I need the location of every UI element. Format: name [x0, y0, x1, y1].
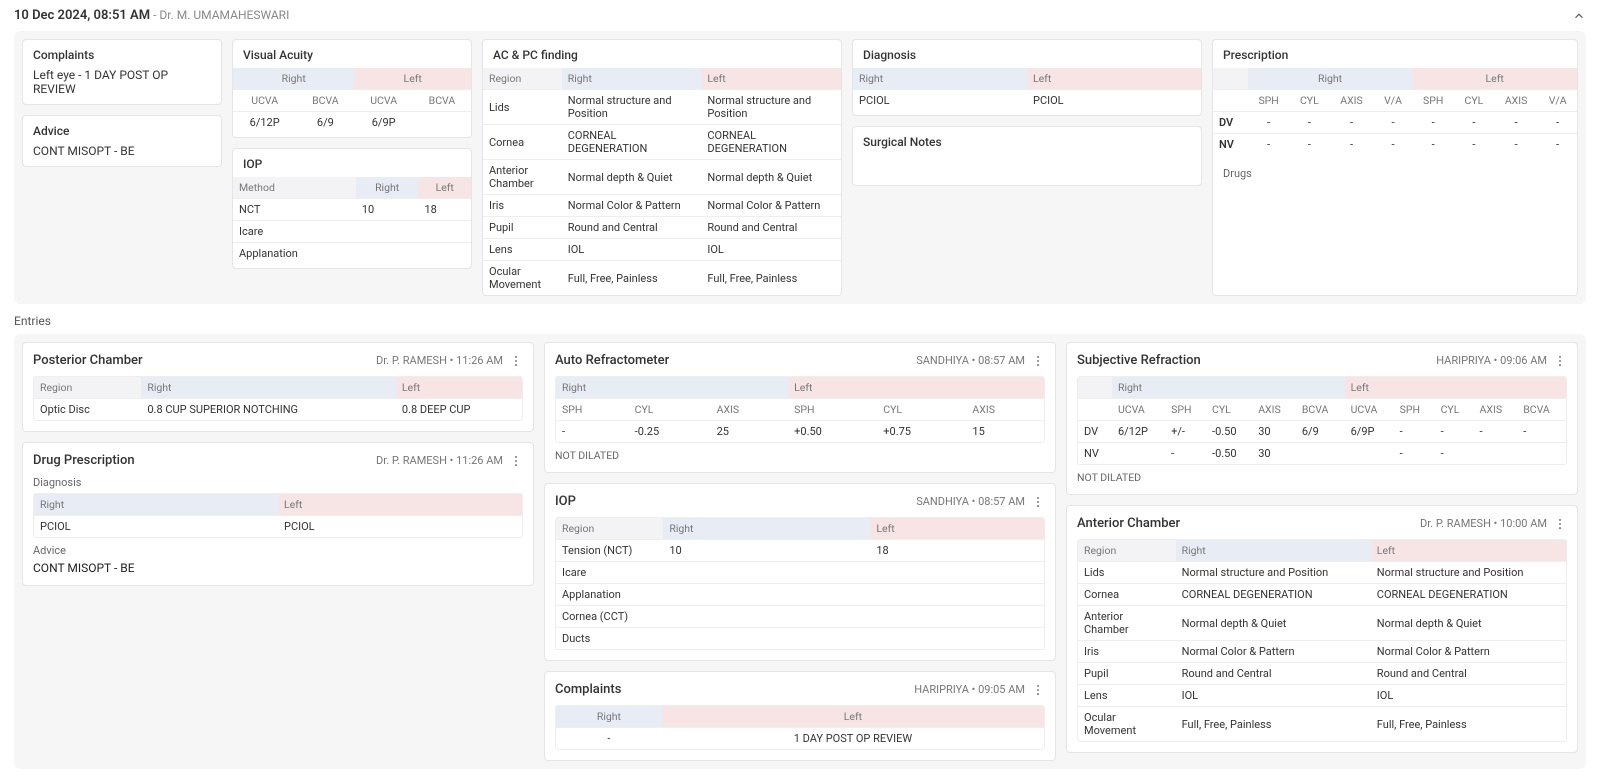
table-row: --0.2525+0.50+0.7515: [556, 421, 1044, 443]
table-row: Optic Disc0.8 CUP SUPERIOR NOTCHING0.8 D…: [34, 399, 522, 421]
iop2-rows: Tension (NCT)1018IcareApplanationCornea …: [556, 540, 1044, 650]
drug-prescription-entry: Drug Prescription Dr. P. RAMESH • 11:26 …: [22, 442, 534, 586]
table-row: DV--------: [1213, 112, 1577, 134]
table-row: NV--0.5030--: [1078, 443, 1566, 465]
entry-meta: HARIPRIYA • 09:05 AM: [914, 683, 1025, 696]
iop-card: IOP MethodRightLeft NCT1018IcareApplanat…: [232, 148, 472, 269]
table-row: Ocular MovementFull, Free, PainlessFull,…: [483, 261, 841, 296]
card-title: Diagnosis: [853, 48, 1201, 62]
table-row: CorneaCORNEAL DEGENERATIONCORNEAL DEGENE…: [1078, 584, 1566, 606]
more-icon[interactable]: [1031, 683, 1045, 697]
ac2-rows: LidsNormal structure and PositionNormal …: [1078, 562, 1566, 742]
page-header: 10 Dec 2024, 08:51 AM - Dr. M. UMAMAHESW…: [14, 8, 1586, 23]
table-row: CorneaCORNEAL DEGENERATIONCORNEAL DEGENE…: [483, 125, 841, 160]
entries-label: Entries: [14, 314, 1586, 328]
card-title: Surgical Notes: [863, 135, 1191, 149]
prescription-card: Prescription RightLeft SPHCYLAXISV/ASPHC…: [1212, 39, 1578, 296]
iop-entry: IOP SANDHIYA • 08:57 AM RegionRightLeft …: [544, 483, 1056, 661]
table-row: PupilRound and CentralRound and Central: [1078, 663, 1566, 685]
sref-rows: DV6/12P+/--0.50306/96/9P----NV--0.5030--: [1078, 421, 1566, 465]
table-row: Ocular MovementFull, Free, PainlessFull,…: [1078, 707, 1566, 742]
table-row: 6/12P6/96/9P: [233, 112, 471, 134]
entry-title: Drug Prescription: [33, 453, 135, 468]
entry-title: Auto Refractometer: [555, 353, 669, 368]
complaints-text: Left eye - 1 DAY POST OP REVIEW: [33, 68, 211, 96]
advice-card: Advice CONT MISOPT - BE: [22, 115, 222, 167]
entry-meta: SANDHIYA • 08:57 AM: [916, 354, 1025, 367]
table-row: IrisNormal Color & PatternNormal Color &…: [483, 195, 841, 217]
advice-label: Advice: [33, 544, 523, 557]
summary-section: Complaints Left eye - 1 DAY POST OP REVI…: [14, 31, 1586, 304]
prescription-rows: DV--------NV--------: [1213, 112, 1577, 156]
more-icon[interactable]: [1031, 354, 1045, 368]
table-row: Applanation: [233, 243, 471, 265]
table-row: Tension (NCT)1018: [556, 540, 1044, 562]
table-row: IrisNormal Color & PatternNormal Color &…: [1078, 641, 1566, 663]
advice-value: CONT MISOPT - BE: [33, 561, 523, 575]
more-icon[interactable]: [509, 354, 523, 368]
card-title: IOP: [233, 157, 471, 171]
entry-title: IOP: [555, 494, 576, 509]
table-row: LidsNormal structure and PositionNormal …: [1078, 562, 1566, 584]
table-row: NCT1018: [233, 199, 471, 221]
entry-title: Anterior Chamber: [1077, 516, 1180, 531]
acpc-rows: LidsNormal structure and PositionNormal …: [483, 90, 841, 296]
entry-title: Posterior Chamber: [33, 353, 143, 368]
more-icon[interactable]: [509, 454, 523, 468]
table-row: LensIOLIOL: [483, 239, 841, 261]
table-row: Cornea (CCT): [556, 606, 1044, 628]
surgical-notes-card: Surgical Notes: [852, 126, 1202, 186]
entry-meta: SANDHIYA • 08:57 AM: [916, 495, 1025, 508]
card-title: Advice: [33, 124, 211, 138]
diagnosis-card: Diagnosis RightLeft PCIOLPCIOL: [852, 39, 1202, 116]
anterior-chamber-entry: Anterior Chamber Dr. P. RAMESH • 10:00 A…: [1066, 505, 1578, 753]
entry-meta: Dr. P. RAMESH • 11:26 AM: [376, 354, 503, 367]
table-row: PupilRound and CentralRound and Central: [483, 217, 841, 239]
entries-section: Posterior Chamber Dr. P. RAMESH • 11:26 …: [14, 334, 1586, 769]
more-icon[interactable]: [1553, 517, 1567, 531]
table-row: LidsNormal structure and PositionNormal …: [483, 90, 841, 125]
table-row: Anterior ChamberNormal depth & QuietNorm…: [1078, 606, 1566, 641]
table-row: Icare: [233, 221, 471, 243]
chevron-up-icon[interactable]: [1572, 9, 1586, 23]
table-row: PCIOLPCIOL: [34, 516, 522, 538]
entry-title: Subjective Refraction: [1077, 353, 1201, 368]
card-title: AC & PC finding: [483, 48, 841, 62]
entry-meta: Dr. P. RAMESH • 11:26 AM: [376, 454, 503, 467]
note: NOT DILATED: [1077, 471, 1567, 484]
entry-title: Complaints: [555, 682, 621, 697]
complaints-card: Complaints Left eye - 1 DAY POST OP REVI…: [22, 39, 222, 105]
drugs-label: Drugs: [1213, 161, 1577, 180]
entry-meta: Dr. P. RAMESH • 10:00 AM: [1420, 517, 1547, 530]
note: NOT DILATED: [555, 449, 1045, 462]
subjective-refraction-entry: Subjective Refraction HARIPRIYA • 09:06 …: [1066, 342, 1578, 495]
complaints-entry: Complaints HARIPRIYA • 09:05 AM RightLef…: [544, 671, 1056, 761]
table-row: PCIOLPCIOL: [853, 90, 1201, 112]
table-row: LensIOLIOL: [1078, 685, 1566, 707]
more-icon[interactable]: [1553, 354, 1567, 368]
table-row: Icare: [556, 562, 1044, 584]
table-row: Applanation: [556, 584, 1044, 606]
acpc-card: AC & PC finding RegionRightLeft LidsNorm…: [482, 39, 842, 296]
card-title: Prescription: [1213, 48, 1577, 62]
auto-refractometer-entry: Auto Refractometer SANDHIYA • 08:57 AM R…: [544, 342, 1056, 473]
visual-acuity-card: Visual Acuity RightLeft UCVABCVAUCVABCVA…: [232, 39, 472, 138]
iop-rows: NCT1018IcareApplanation: [233, 199, 471, 265]
table-row: Ducts: [556, 628, 1044, 650]
card-title: Complaints: [33, 48, 211, 62]
posterior-chamber-entry: Posterior Chamber Dr. P. RAMESH • 11:26 …: [22, 342, 534, 432]
table-row: Anterior ChamberNormal depth & QuietNorm…: [483, 160, 841, 195]
table-row: -1 DAY POST OP REVIEW: [556, 728, 1044, 750]
advice-text: CONT MISOPT - BE: [33, 144, 211, 158]
more-icon[interactable]: [1031, 495, 1045, 509]
table-row: DV6/12P+/--0.50306/96/9P----: [1078, 421, 1566, 443]
entry-meta: HARIPRIYA • 09:06 AM: [1436, 354, 1547, 367]
table-row: NV--------: [1213, 134, 1577, 156]
header-datetime: 10 Dec 2024, 08:51 AM: [14, 8, 150, 23]
card-title: Visual Acuity: [233, 48, 471, 62]
header-doctor: Dr. M. UMAMAHESWARI: [159, 8, 289, 22]
diagnosis-label: Diagnosis: [33, 476, 523, 489]
